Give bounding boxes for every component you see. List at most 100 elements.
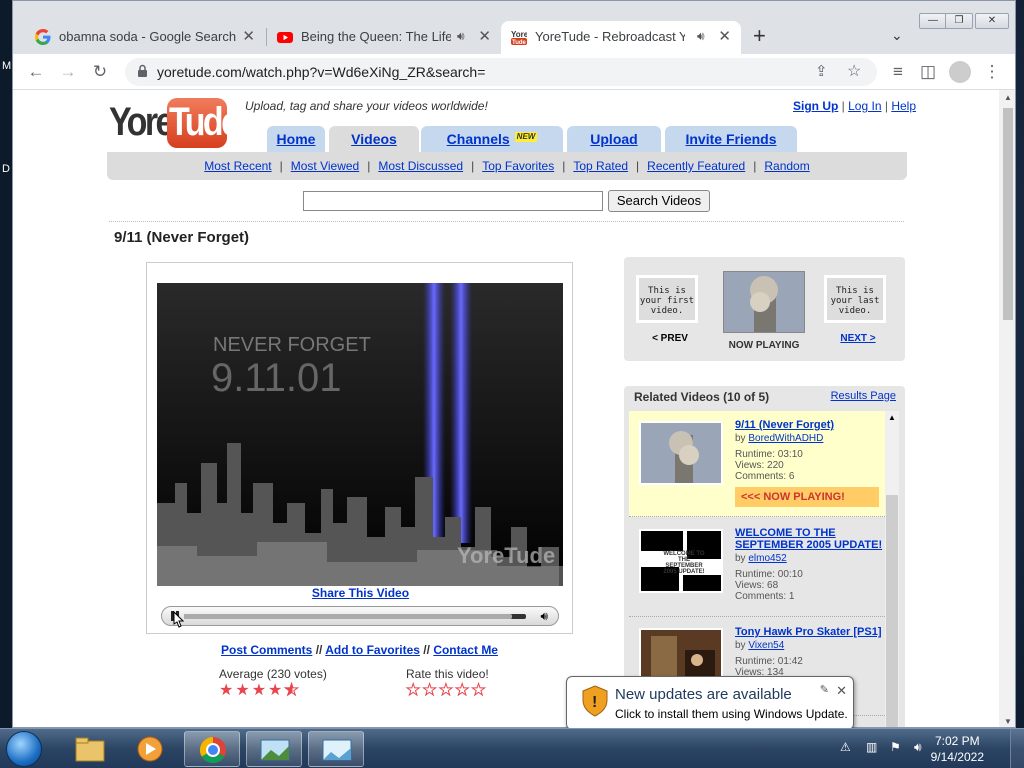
rate-star-icon[interactable]: ★ (422, 682, 438, 699)
rate-stars[interactable]: ★★★★★ (405, 682, 489, 699)
rate-star-icon[interactable]: ★ (471, 682, 487, 699)
nav-tab-videos[interactable]: Videos (329, 126, 419, 152)
chrome-taskbar-button[interactable] (184, 731, 240, 767)
back-icon[interactable]: ← (25, 61, 47, 83)
close-tab-icon[interactable]: ✕ (718, 21, 731, 52)
sub-nav-most-viewed[interactable]: Most Viewed (291, 159, 359, 173)
sub-nav-most-recent[interactable]: Most Recent (204, 159, 271, 173)
speaker-icon[interactable]: 🔊︎ (457, 21, 465, 52)
start-button[interactable] (6, 731, 42, 767)
scroll-up-icon[interactable]: ▲ (888, 413, 896, 422)
related-scrollbar[interactable]: ▲ (885, 411, 899, 727)
minimize-button[interactable]: — (919, 13, 947, 29)
media-player-taskbar-button[interactable] (122, 731, 178, 767)
forward-icon[interactable]: → (57, 61, 79, 83)
sub-nav-top-rated[interactable]: Top Rated (573, 159, 628, 173)
menu-kebab-icon[interactable]: ⋮ (981, 61, 1003, 83)
bookmark-star-icon[interactable]: ☆ (847, 61, 861, 81)
related-author[interactable]: Vixen54 (748, 640, 784, 651)
log-in-link[interactable]: Log In (848, 99, 881, 113)
volume-icon[interactable]: 🔊︎ (540, 609, 548, 624)
notification-title: New updates are available (615, 686, 792, 703)
warning-shield-icon: ! (582, 685, 608, 717)
volume-tray-icon[interactable]: 🔊︎ (914, 740, 930, 756)
rate-star-icon[interactable]: ★ (455, 682, 471, 699)
video-frame[interactable]: NEVER FORGET 9.11.01 YoreTude (157, 283, 563, 586)
next-video-thumb[interactable]: This is your last video. (824, 275, 886, 323)
side-panel-icon[interactable]: ◫ (917, 61, 939, 83)
video-actions: Post Comments // Add to Favorites // Con… (146, 643, 573, 657)
close-window-button[interactable]: ✕ (975, 13, 1009, 29)
action-center-tray-icon[interactable]: ⚑ (890, 740, 906, 756)
share-video-link[interactable]: Share This Video (147, 586, 574, 600)
scroll-down-icon[interactable]: ▼ (1004, 717, 1012, 726)
nav-tab-channels[interactable]: Channels NEW (421, 126, 563, 152)
post-comments-link[interactable]: Post Comments (221, 643, 312, 657)
network-tray-icon[interactable]: ▥ (866, 740, 882, 756)
sub-nav-most-discussed[interactable]: Most Discussed (378, 159, 463, 173)
related-author[interactable]: elmo452 (748, 553, 786, 564)
prev-video-thumb[interactable]: This is your first video. (636, 275, 698, 323)
add-to-favorites-link[interactable]: Add to Favorites (325, 643, 420, 657)
rate-star-icon[interactable]: ★ (405, 682, 422, 699)
seek-bar[interactable] (184, 614, 526, 619)
nav-tab-upload[interactable]: Upload (567, 126, 661, 152)
related-thumb[interactable]: WELCOME TO THE SEPTEMBER 2005 UPDATE! (639, 529, 723, 593)
tab-being-the-queen[interactable]: Being the Queen: The Life of 🔊︎ ✕ (267, 21, 501, 54)
related-thumb[interactable] (639, 421, 723, 485)
help-link[interactable]: Help (891, 99, 916, 113)
speaker-icon[interactable]: 🔊︎ (697, 21, 705, 52)
related-title[interactable]: 9/11 (Never Forget) (735, 419, 885, 431)
reload-icon[interactable]: ↻ (89, 61, 111, 83)
close-tab-icon[interactable]: ✕ (242, 21, 255, 52)
pin-icon[interactable]: ✎ (820, 683, 829, 696)
share-icon[interactable]: ⇪ (815, 62, 828, 80)
profile-avatar-icon[interactable] (949, 61, 971, 83)
sub-nav-random[interactable]: Random (764, 159, 809, 173)
nav-tab-home[interactable]: Home (267, 126, 325, 152)
related-title[interactable]: WELCOME TO THE SEPTEMBER 2005 UPDATE! (735, 527, 885, 551)
lock-icon[interactable] (137, 64, 148, 78)
chrome-icon (199, 736, 226, 764)
new-tab-button[interactable]: + (753, 23, 766, 49)
contact-me-link[interactable]: Contact Me (433, 643, 498, 657)
maximize-button[interactable]: ❐ (945, 13, 973, 29)
address-bar[interactable]: yoretude.com/watch.php?v=Wd6eXiNg_ZR&sea… (125, 58, 877, 86)
explorer-taskbar-button[interactable] (62, 731, 118, 767)
url-text[interactable]: yoretude.com/watch.php?v=Wd6eXiNg_ZR&sea… (157, 58, 485, 86)
frame-never-forget: NEVER FORGET (213, 334, 371, 356)
svg-text:Tude: Tude (512, 40, 527, 45)
search-videos-button[interactable]: Search Videos (608, 190, 710, 212)
link-separator: | (841, 99, 845, 113)
media-control-icon[interactable]: ≡ (887, 61, 909, 83)
related-item[interactable]: 9/11 (Never Forget) by BoredWithADHD Run… (629, 411, 885, 517)
photo-viewer-taskbar-button[interactable] (308, 731, 364, 767)
related-title[interactable]: Tony Hawk Pro Skater [PS1] (735, 626, 885, 638)
sub-nav-recently-featured[interactable]: Recently Featured (647, 159, 745, 173)
prev-label[interactable]: < PREV (636, 333, 704, 344)
page-scrollbar[interactable]: ▲ ▼ (999, 90, 1015, 727)
show-desktop-button[interactable] (1010, 729, 1024, 768)
mouse-cursor-icon (172, 610, 185, 630)
search-input[interactable] (303, 191, 603, 211)
sub-nav-top-favorites[interactable]: Top Favorites (482, 159, 554, 173)
rate-star-icon[interactable]: ★ (438, 682, 455, 699)
tab-yoretude[interactable]: Yore Tude YoreTude - Rebroadcast Your 🔊︎… (501, 21, 741, 54)
results-page-link[interactable]: Results Page (831, 390, 896, 402)
related-scroll-thumb[interactable] (886, 495, 898, 727)
scroll-up-icon[interactable]: ▲ (1004, 93, 1012, 102)
related-item[interactable]: WELCOME TO THE SEPTEMBER 2005 UPDATE! WE… (629, 519, 885, 617)
taskbar-clock[interactable]: 7:02 PM 9/14/2022 (931, 733, 984, 765)
related-author[interactable]: BoredWithADHD (748, 433, 823, 444)
sign-up-link[interactable]: Sign Up (793, 99, 838, 113)
close-tab-icon[interactable]: ✕ (478, 21, 491, 52)
windows-update-tray-icon[interactable]: ⚠ (840, 740, 856, 756)
tab-google-search[interactable]: obamna soda - Google Search ✕ (25, 21, 265, 54)
update-notification[interactable]: ! New updates are available Click to ins… (566, 676, 854, 730)
close-notification-icon[interactable]: ✕ (836, 683, 847, 699)
page-scroll-thumb[interactable] (1003, 108, 1013, 320)
next-link[interactable]: NEXT > (824, 333, 892, 344)
nav-tab-invite-friends[interactable]: Invite Friends (665, 126, 797, 152)
tab-search-icon[interactable]: ⌄ (891, 27, 903, 44)
paint-taskbar-button[interactable] (246, 731, 302, 767)
